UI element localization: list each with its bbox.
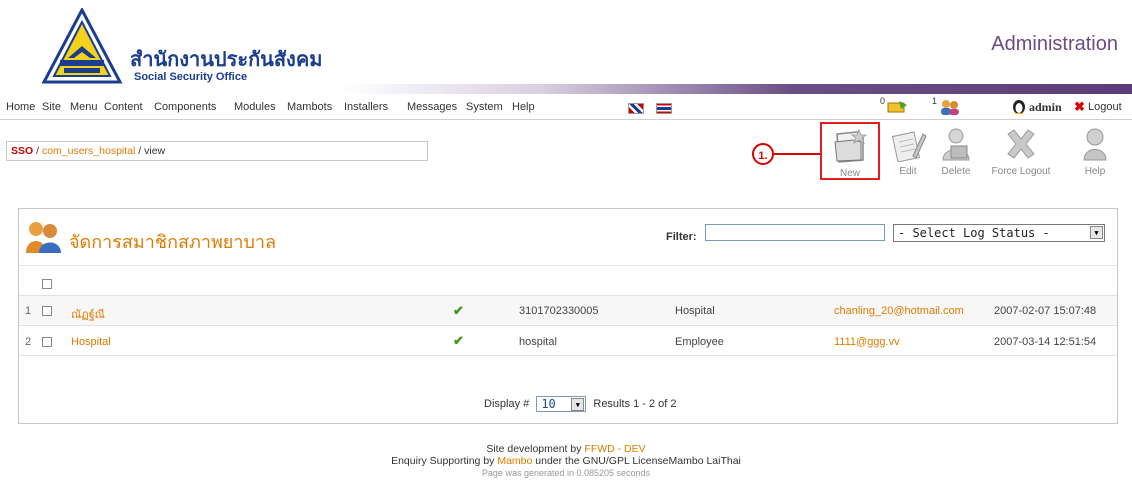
thai-flag-icon[interactable]	[656, 103, 672, 114]
breadcrumb-root[interactable]: SSO	[11, 145, 33, 157]
chevron-down-icon[interactable]: ▼	[1090, 226, 1103, 239]
panel-header: จัดการสมาชิกสภาพยาบาล Filter: - Select L…	[19, 209, 1117, 261]
edit-icon	[889, 126, 927, 163]
logout-link[interactable]: Logout	[1088, 101, 1122, 113]
chevron-down-icon[interactable]: ▼	[571, 398, 585, 411]
annotation-marker: 1.	[752, 143, 774, 165]
menu-site[interactable]: Site	[42, 101, 61, 113]
delete-user-icon	[937, 126, 975, 162]
online-users-count: 1	[932, 96, 938, 106]
table-row[interactable]: 1 ณัฏฐ์ณี ✔ 3101702330005 Hospital chanl…	[19, 295, 1117, 325]
delete-button[interactable]: Delete	[928, 122, 984, 180]
results-text: Results 1 - 2 of 2	[593, 397, 677, 410]
page-footer: Site development by FFWD - DEV Enquiry S…	[0, 443, 1132, 479]
menu-home[interactable]: Home	[6, 101, 35, 113]
users-group-icon	[24, 219, 64, 253]
last-visit-date: 2007-02-07 15:07:48	[994, 305, 1097, 317]
user-id: 3101702330005	[519, 305, 599, 317]
logo-thai-text: สำนักงานประกันสังคม	[130, 47, 322, 71]
admin-username: admin	[1029, 100, 1062, 114]
footer-license-text: under the GNU/GPL LicenseMambo LaiThai	[532, 455, 741, 467]
published-check-icon[interactable]: ✔	[453, 333, 464, 349]
logout-x-icon[interactable]: ✖	[1074, 100, 1085, 113]
footer-dev-text: Site development by	[486, 443, 585, 455]
table-row[interactable]: 2 Hospital ✔ hospital Employee 1111@ggg.…	[19, 325, 1117, 355]
breadcrumb-separator: /	[135, 145, 145, 157]
menu-installers[interactable]: Installers	[344, 101, 388, 113]
menu-messages[interactable]: Messages	[407, 101, 457, 113]
footer-enquiry-text: Enquiry Supporting by	[391, 455, 498, 467]
english-flag-icon[interactable]	[628, 103, 644, 114]
table-header-row	[19, 265, 1117, 295]
row-checkbox[interactable]	[42, 337, 52, 347]
mail-icon[interactable]	[887, 99, 909, 113]
user-email-link[interactable]: 1111@ggg.vv	[834, 336, 900, 348]
force-logout-button[interactable]: Force Logout	[984, 122, 1058, 180]
menu-components[interactable]: Components	[154, 101, 216, 113]
menu-system[interactable]: System	[466, 101, 503, 113]
help-button-label: Help	[1084, 166, 1106, 177]
help-user-icon	[1076, 126, 1114, 162]
row-checkbox[interactable]	[42, 306, 52, 316]
new-button[interactable]: New	[820, 122, 880, 180]
delete-button-label: Delete	[941, 166, 971, 177]
select-all-checkbox[interactable]	[42, 279, 52, 289]
admin-title: Administration	[991, 33, 1118, 55]
admin-user-icon	[1011, 98, 1027, 114]
footer-generated-time: Page was generated in 0.085205 seconds	[481, 468, 651, 478]
user-type: Hospital	[675, 305, 715, 317]
force-logout-button-label: Force Logout	[991, 166, 1051, 177]
new-document-icon	[831, 128, 869, 164]
published-check-icon[interactable]: ✔	[453, 303, 464, 319]
log-status-value: - Select Log Status -	[898, 226, 1050, 240]
user-id: hospital	[519, 336, 557, 348]
table-footer	[19, 355, 1117, 425]
display-label: Display #	[484, 397, 530, 410]
messages-count: 0	[880, 96, 886, 106]
breadcrumb-separator: /	[33, 145, 42, 157]
force-logout-x-icon	[1002, 126, 1040, 162]
breadcrumb: SSO / com_users_hospital / view	[6, 141, 428, 161]
main-menu-bar: Home Site Menu Content Components Module…	[0, 95, 1132, 120]
last-visit-date: 2007-03-14 12:51:54	[994, 336, 1097, 348]
menu-content[interactable]: Content	[104, 101, 143, 113]
footer-mambo-link[interactable]: Mambo	[497, 455, 532, 467]
breadcrumb-component[interactable]: com_users_hospital	[42, 145, 135, 157]
footer-dev-link[interactable]: FFWD - DEV	[584, 443, 645, 455]
help-button[interactable]: Help	[1070, 122, 1120, 180]
header-gradient-bar	[0, 84, 1132, 94]
menu-help[interactable]: Help	[512, 101, 535, 113]
page-title: จัดการสมาชิกสภาพยาบาล	[69, 232, 277, 252]
menu-modules[interactable]: Modules	[234, 101, 276, 113]
sso-logo: สำนักงานประกันสังคม Social Security Offi…	[38, 6, 338, 90]
annotation-line	[774, 153, 820, 155]
breadcrumb-current: view	[144, 145, 166, 157]
users-online-icon[interactable]	[939, 99, 961, 115]
pagination: Display # 10 ▼ Results 1 - 2 of 2	[484, 396, 677, 412]
display-count-value: 10	[541, 397, 556, 411]
filter-label: Filter:	[666, 231, 697, 243]
row-number: 1	[25, 305, 32, 317]
user-name-link[interactable]: Hospital	[71, 336, 111, 348]
user-type: Employee	[675, 336, 724, 348]
new-button-label: New	[839, 168, 860, 179]
row-number: 2	[25, 336, 32, 348]
display-count-select[interactable]: 10 ▼	[536, 396, 587, 412]
menu-menu[interactable]: Menu	[70, 101, 98, 113]
menu-mambots[interactable]: Mambots	[287, 101, 332, 113]
user-email-link[interactable]: chanling_20@hotmail.com	[834, 305, 964, 317]
users-panel: จัดการสมาชิกสภาพยาบาล Filter: - Select L…	[18, 208, 1118, 424]
filter-input[interactable]	[705, 224, 885, 241]
log-status-select[interactable]: - Select Log Status - ▼	[893, 224, 1105, 242]
user-name-link[interactable]: ณัฏฐ์ณี	[71, 305, 105, 323]
logo-english-text: Social Security Office	[134, 71, 247, 83]
